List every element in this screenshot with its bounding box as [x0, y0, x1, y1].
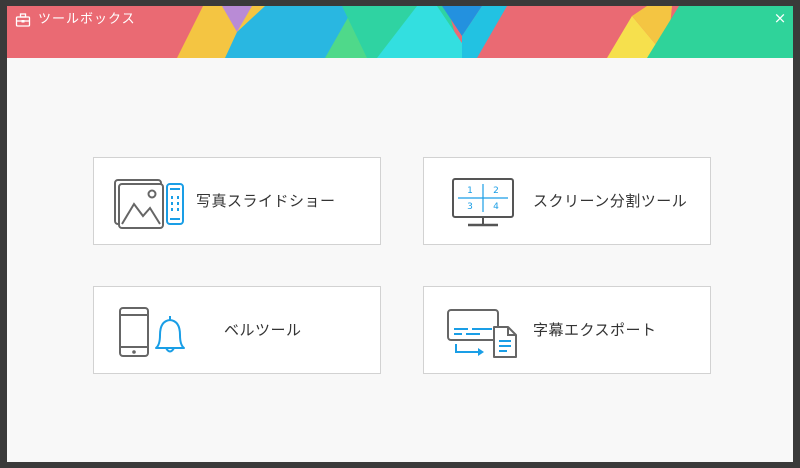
split-quadrant-number: 4 [493, 202, 499, 212]
subtitle-export-icon [447, 309, 517, 358]
phone-bell-icon [119, 307, 185, 357]
window-title: ツールボックス [38, 12, 136, 27]
title-bar[interactable]: ツールボックス × [7, 6, 793, 58]
tools-panel: 写真スライドショー 1 2 3 4 スクリーン分割ツール ベルツール 字幕エクス… [7, 58, 793, 462]
tool-label: スクリーン分割ツール [533, 192, 688, 210]
tool-label: 写真スライドショー [196, 192, 336, 210]
close-button[interactable]: × [771, 9, 789, 27]
tool-card-split-screen[interactable]: 1 2 3 4 スクリーン分割ツール [423, 157, 711, 245]
toolbox-icon [15, 13, 31, 27]
tool-card-bell[interactable]: ベルツール [93, 286, 381, 374]
split-quadrant-number: 1 [467, 186, 473, 196]
close-icon[interactable]: × [774, 9, 787, 27]
tool-card-photo-slideshow[interactable]: 写真スライドショー [93, 157, 381, 245]
tool-card-subtitle-export[interactable]: 字幕エクスポート [423, 286, 711, 374]
split-quadrant-number: 2 [493, 186, 499, 196]
photo-slideshow-icon [114, 179, 184, 229]
toolbox-window: ツールボックス × 写真スライドショー 1 2 3 4 スクリーン分割ツール ベ… [7, 6, 793, 462]
tool-label: 字幕エクスポート [533, 321, 657, 339]
split-quadrant-number: 3 [467, 202, 473, 212]
split-screen-icon: 1 2 3 4 [452, 178, 514, 227]
tool-label: ベルツール [224, 321, 302, 339]
